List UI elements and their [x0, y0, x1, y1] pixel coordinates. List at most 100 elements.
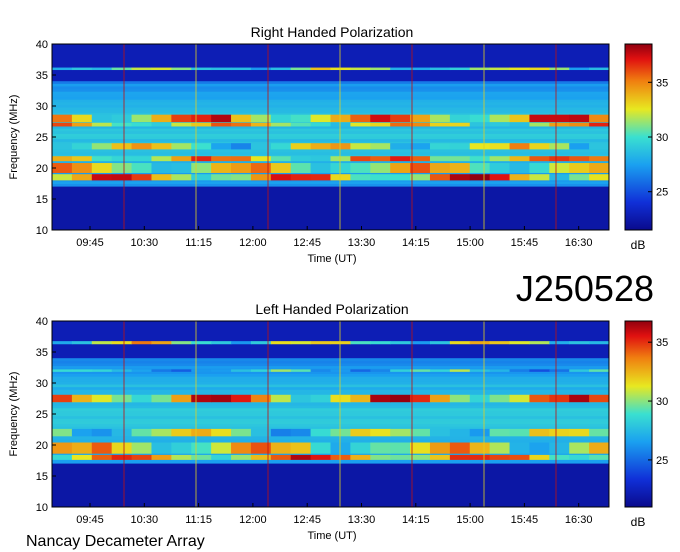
emission-band-segment [350, 122, 371, 127]
emission-band-segment [270, 67, 292, 71]
y-tick-label: 40 [36, 39, 48, 51]
emission-band-segment [270, 114, 292, 123]
emission-band-segment [191, 67, 212, 71]
emission-band-segment [290, 67, 312, 71]
emission-band-segment [330, 163, 351, 173]
y-axis-label: Frequency (MHz) [8, 95, 20, 180]
emission-band-segment [231, 163, 252, 173]
emission-band-segment [410, 442, 431, 454]
emission-band-segment [310, 394, 331, 403]
y-tick-label: 35 [36, 347, 48, 359]
emission-band-segment [589, 428, 610, 437]
emission-band-segment [390, 156, 411, 162]
emission-band-segment [549, 369, 570, 372]
emission-band-segment [52, 442, 73, 454]
emission-band-segment [270, 428, 292, 437]
emission-band-segment [390, 163, 411, 173]
emission-band-segment [569, 143, 590, 150]
emission-band-segment [569, 394, 590, 403]
emission-band-segment [131, 428, 152, 437]
emission-band-segment [370, 156, 391, 162]
emission-band-segment [549, 428, 570, 437]
y-tick-label: 15 [36, 471, 48, 483]
emission-band-segment [131, 122, 152, 127]
emission-band-segment [171, 442, 192, 454]
emission-band-segment [270, 442, 292, 454]
emission-band-segment [171, 143, 192, 150]
colorbar-label: dB [631, 238, 646, 252]
emission-band-segment [569, 67, 590, 71]
emission-band-segment [429, 428, 451, 437]
emission-band-segment [489, 341, 511, 345]
emission-band-segment [111, 163, 133, 173]
x-tick-label: 15:00 [456, 514, 484, 526]
emission-band-segment [91, 454, 113, 460]
emission-band-segment [469, 394, 491, 403]
emission-band-segment [131, 341, 152, 345]
emission-band-segment [529, 156, 550, 162]
emission-band-segment [489, 428, 511, 437]
emission-band-segment [410, 369, 431, 372]
emission-band-segment [270, 122, 292, 127]
emission-band-segment [131, 174, 152, 181]
emission-band-segment [350, 369, 371, 372]
emission-band-segment [91, 341, 113, 345]
emission-band-segment [529, 369, 550, 372]
observation-id: J250528 [516, 268, 654, 309]
emission-band-segment [231, 442, 252, 454]
low-band-region [52, 463, 609, 507]
emission-band-segment [350, 428, 371, 437]
emission-band-segment [330, 428, 351, 437]
emission-band-segment [111, 442, 133, 454]
emission-band-segment [370, 174, 391, 181]
emission-band-segment [469, 341, 491, 345]
emission-band-segment [569, 454, 590, 460]
emission-band-segment [529, 442, 550, 454]
emission-band-segment [111, 156, 133, 162]
emission-band-segment [449, 174, 471, 181]
emission-band-segment [429, 394, 451, 403]
emission-band-segment [449, 143, 471, 150]
emission-band-segment [171, 454, 192, 460]
emission-band-segment [330, 122, 351, 127]
emission-band-segment [449, 394, 471, 403]
emission-band-segment [191, 454, 212, 460]
emission-band-segment [211, 114, 232, 123]
emission-band-segment [290, 341, 312, 345]
emission-band-segment [270, 156, 292, 162]
emission-band-segment [370, 122, 391, 127]
emission-band-segment [449, 156, 471, 162]
emission-band-segment [429, 122, 451, 127]
emission-band-segment [231, 156, 252, 162]
emission-band-segment [171, 174, 192, 181]
emission-band-segment [330, 143, 351, 150]
x-tick-label: 11:15 [185, 237, 212, 249]
emission-band-segment [370, 341, 391, 345]
emission-band-segment [52, 122, 73, 127]
emission-band-segment [509, 341, 530, 345]
emission-band-segment [231, 174, 252, 181]
colorbar-tick-label: 35 [656, 77, 668, 89]
emission-band-segment [529, 454, 550, 460]
emission-band-segment [569, 114, 590, 123]
emission-band-segment [509, 114, 530, 123]
colorbar-tick-label: 35 [656, 337, 668, 349]
x-tick-label: 13:30 [348, 514, 376, 526]
emission-band-segment [211, 174, 232, 181]
emission-band-segment [370, 369, 391, 372]
emission-band-segment [589, 156, 610, 162]
emission-band-segment [310, 67, 331, 71]
emission-band-segment [290, 174, 312, 181]
emission-band-segment [171, 114, 192, 123]
emission-band-segment [429, 163, 451, 173]
emission-band-segment [211, 442, 232, 454]
emission-band-segment [290, 114, 312, 123]
emission-band-segment [509, 428, 530, 437]
emission-band-segment [509, 442, 530, 454]
emission-band-segment [151, 122, 172, 127]
emission-band-segment [569, 174, 590, 181]
emission-band-segment [52, 174, 73, 181]
emission-band-segment [91, 143, 113, 150]
emission-band-segment [410, 428, 431, 437]
emission-band-segment [350, 114, 371, 123]
